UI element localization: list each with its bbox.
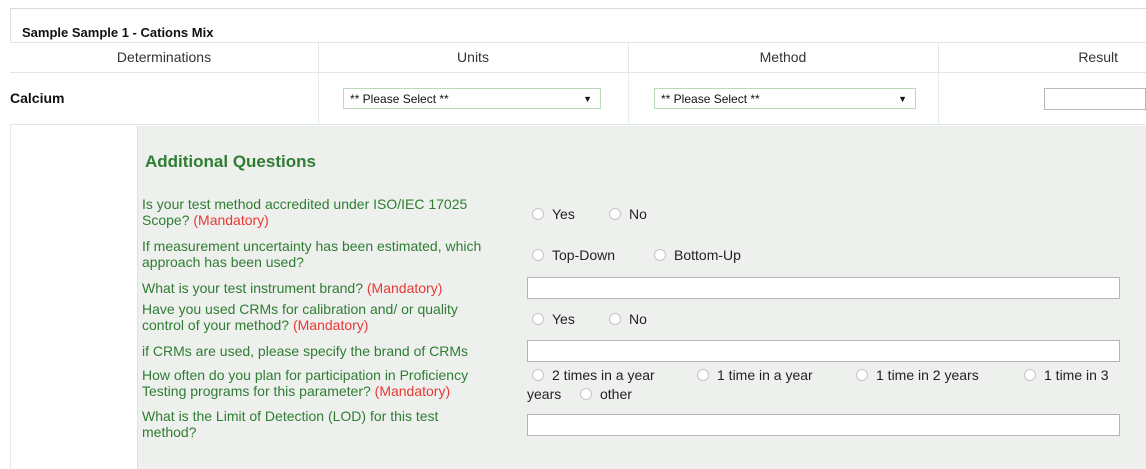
- radio-icon: [1024, 369, 1036, 381]
- question-line: control of your method?: [142, 317, 290, 333]
- question-uncertainty: If measurement uncertainty has been esti…: [142, 238, 481, 270]
- radio-icon: [580, 388, 592, 400]
- sample-title: Sample Sample 1 - Cations Mix: [22, 25, 214, 40]
- radio-icon: [609, 208, 621, 220]
- option-label: Bottom-Up: [674, 247, 741, 263]
- crm-brand-input[interactable]: [527, 340, 1120, 362]
- mandatory-label: (Mandatory): [193, 212, 269, 228]
- radio-bottom-up[interactable]: Bottom-Up: [654, 247, 741, 263]
- question-line: If measurement uncertainty has been esti…: [142, 238, 482, 254]
- instrument-brand-input[interactable]: [527, 277, 1120, 299]
- question-accreditation: Is your test method accredited under ISO…: [142, 196, 467, 228]
- mandatory-label: (Mandatory): [366, 280, 443, 296]
- header-determinations: Determinations: [10, 42, 319, 72]
- radio-crms-yes[interactable]: Yes: [532, 311, 575, 327]
- option-label: 1 time in 2 years: [876, 367, 979, 383]
- radio-icon: [654, 249, 666, 261]
- radio-icon: [532, 208, 544, 220]
- radio-other[interactable]: other: [580, 386, 632, 402]
- radio-crms-no[interactable]: No: [609, 311, 647, 327]
- radio-icon: [532, 313, 544, 325]
- mandatory-label: (Mandatory): [374, 383, 451, 399]
- header-result: Result: [1078, 49, 1118, 65]
- question-crms-used: Have you used CRMs for calibration and/ …: [142, 301, 458, 333]
- radio-2-times-year[interactable]: 2 times in a year: [532, 367, 655, 383]
- method-select[interactable]: ** Please Select ** ▼: [654, 88, 916, 109]
- radio-accredited-yes[interactable]: Yes: [532, 206, 575, 222]
- radio-1-time-2-years[interactable]: 1 time in 2 years: [856, 367, 979, 383]
- radio-accredited-no[interactable]: No: [609, 206, 647, 222]
- radio-1-time-year[interactable]: 1 time in a year: [697, 367, 813, 383]
- units-select-value: ** Please Select **: [350, 92, 449, 106]
- header-units: Units: [318, 42, 629, 72]
- column-divider: [938, 72, 939, 124]
- question-line: approach has been used?: [142, 254, 304, 270]
- dropdown-arrow-icon: ▼: [898, 94, 907, 104]
- question-line: How often do you plan for participation …: [142, 367, 469, 383]
- dropdown-arrow-icon: ▼: [583, 94, 592, 104]
- option-label: No: [629, 206, 647, 222]
- additional-questions-title: Additional Questions: [145, 152, 316, 171]
- radio-icon: [532, 249, 544, 261]
- radio-icon: [609, 313, 621, 325]
- option-label: 1 time in 3: [1044, 367, 1109, 383]
- determination-name: Calcium: [10, 90, 65, 106]
- radio-icon: [856, 369, 868, 381]
- question-line: Have you used CRMs for calibration and/ …: [142, 301, 458, 317]
- question-line: Testing programs for this parameter?: [142, 383, 371, 399]
- option-label: No: [629, 311, 647, 327]
- question-line: What is your test instrument brand?: [142, 280, 363, 296]
- column-divider: [628, 72, 629, 124]
- header-method: Method: [628, 42, 939, 72]
- left-border: [10, 125, 11, 469]
- question-line: Is your test method accredited under ISO…: [142, 196, 468, 212]
- mandatory-label: (Mandatory): [292, 317, 369, 333]
- column-divider: [318, 72, 319, 124]
- radio-1-time-3-years[interactable]: 1 time in 3: [1024, 367, 1109, 383]
- table-header-row: Determinations Units Method Result: [10, 42, 1146, 72]
- option-label: Top-Down: [552, 247, 616, 263]
- question-line: if CRMs are used, please specify the bra…: [142, 343, 469, 359]
- option-label: 1 time in a year: [717, 367, 813, 383]
- option-label: other: [600, 386, 632, 402]
- question-pt-frequency: How often do you plan for participation …: [142, 367, 468, 399]
- row-rule: [10, 124, 1146, 125]
- question-crm-brand: if CRMs are used, please specify the bra…: [142, 343, 468, 359]
- method-select-value: ** Please Select **: [661, 92, 760, 106]
- option-label-continued: years: [527, 386, 562, 402]
- result-input[interactable]: [1044, 88, 1146, 110]
- option-label: Yes: [552, 206, 575, 222]
- radio-icon: [532, 369, 544, 381]
- question-lod: What is the Limit of Detection (LOD) for…: [142, 408, 438, 440]
- question-line: Scope?: [142, 212, 190, 228]
- question-line: What is the Limit of Detection (LOD) for…: [142, 408, 439, 424]
- option-label: 2 times in a year: [552, 367, 655, 383]
- option-label: Yes: [552, 311, 575, 327]
- radio-icon: [697, 369, 709, 381]
- units-select[interactable]: ** Please Select ** ▼: [343, 88, 601, 109]
- radio-top-down[interactable]: Top-Down: [532, 247, 615, 263]
- lod-input[interactable]: [527, 414, 1120, 436]
- question-line: method?: [142, 424, 197, 440]
- question-instrument-brand: What is your test instrument brand? (Man…: [142, 280, 442, 296]
